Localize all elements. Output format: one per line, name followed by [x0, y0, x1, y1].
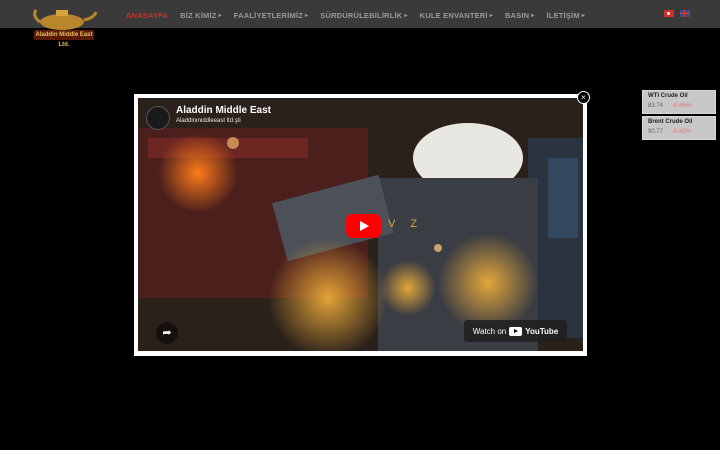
chevron-right-icon: ▸ [305, 12, 309, 19]
logo[interactable]: Aladdin Middle East Ltd. [28, 4, 98, 48]
youtube-video-player[interactable]: Aladdin Middle East Aladdinmiddleeast lt… [138, 98, 583, 351]
nav-item-label: KULE ENVANTERİ [419, 10, 488, 20]
nav-item-label: SÜRDÜRÜLEBİLİRLİK [320, 10, 403, 20]
nav-item-biz-kimiz[interactable]: BİZ KİMİZ ▸ [180, 8, 222, 22]
watch-on-label: Watch on [472, 326, 507, 336]
share-icon[interactable]: ➦ [156, 322, 178, 344]
logo-text: Aladdin Middle East Ltd. [34, 30, 94, 48]
nav-item-label: BASIN [504, 10, 530, 20]
site-header: Aladdin Middle East Ltd. ANASAYFA BİZ Kİ… [0, 0, 720, 48]
nav-item-label: İLETİŞİM [546, 10, 580, 20]
chevron-right-icon: ▸ [404, 12, 408, 19]
language-switcher [664, 10, 690, 17]
nav-item-kule-envanteri[interactable]: KULE ENVANTERİ ▸ [420, 8, 493, 22]
channel-avatar[interactable] [146, 106, 170, 130]
chevron-right-icon: ▸ [489, 12, 493, 19]
nav-item-surdurulebilirlik[interactable]: SÜRDÜRÜLEBİLİRLİK ▸ [320, 8, 407, 22]
ticker-wti: WTI Crude Oil 83.74 -0.45% [642, 90, 716, 114]
ticker-change: -0.45% [672, 103, 692, 109]
turkish-flag-icon[interactable] [664, 10, 674, 17]
video-title[interactable]: Aladdin Middle East [176, 105, 271, 116]
nav-item-label: BİZ KİMİZ [180, 10, 217, 20]
ticker-price: 83.74 [648, 103, 664, 109]
watch-on-youtube-button[interactable]: Watch on YouTube [464, 320, 567, 342]
nav-item-anasayfa[interactable]: ANASAYFA [126, 8, 168, 22]
play-button[interactable] [346, 214, 381, 238]
ticker-change: -0.42% [672, 129, 692, 135]
close-icon[interactable]: × [577, 91, 590, 104]
nav-item-iletisim[interactable]: İLETİŞİM ▸ [547, 8, 586, 22]
english-flag-icon[interactable] [680, 10, 690, 17]
video-channel[interactable]: Aladdinmiddleeast ltd.şti [176, 118, 241, 124]
nav-item-basin[interactable]: BASIN ▸ [505, 8, 535, 22]
ticker-price: 90.77 [648, 129, 664, 135]
chevron-right-icon: ▸ [531, 12, 535, 19]
chevron-right-icon: ▸ [218, 12, 222, 19]
video-modal: Aladdin Middle East Aladdinmiddleeast lt… [134, 94, 587, 356]
chevron-right-icon: ▸ [581, 12, 585, 19]
main-nav: ANASAYFA BİZ KİMİZ ▸ FAALİYETLERİMİZ ▸ S… [126, 8, 597, 22]
youtube-logo-icon [509, 326, 523, 336]
ticker-name: Brent Crude Oil [648, 119, 693, 125]
youtube-brand-label: YouTube [525, 326, 559, 336]
video-overlay-text: V Z [388, 218, 424, 230]
ticker-brent: Brent Crude Oil 90.77 -0.42% [642, 116, 716, 140]
nav-item-label: FAALİYETLERİMİZ [233, 10, 304, 20]
nav-item-faaliyetlerimiz[interactable]: FAALİYETLERİMİZ ▸ [234, 8, 308, 22]
ticker-name: WTI Crude Oil [648, 93, 688, 99]
nav-item-label: ANASAYFA [126, 10, 169, 20]
